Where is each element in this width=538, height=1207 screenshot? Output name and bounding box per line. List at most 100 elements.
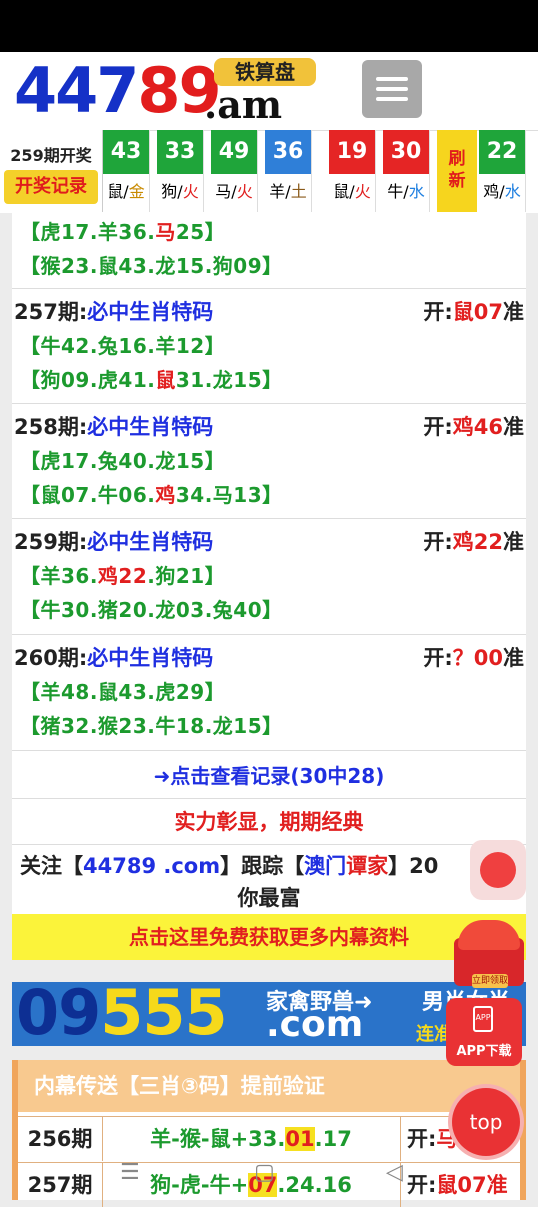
zodiac-label: 鼠 bbox=[333, 182, 350, 201]
insider-open-label: 开: bbox=[407, 1127, 437, 1151]
app-download-button[interactable]: APP APP下载 bbox=[446, 998, 522, 1066]
status-bar bbox=[0, 0, 538, 52]
app-icon: APP bbox=[473, 1006, 493, 1032]
ball-number: 49 bbox=[211, 130, 257, 174]
menu-bar-bottom bbox=[376, 97, 408, 101]
entry-line: 【牛42.兔16.羊12】 bbox=[20, 330, 225, 359]
entry-title-text: 必中生肖特码 bbox=[87, 415, 214, 439]
entry-title: 260期:必中生肖特码 bbox=[14, 642, 213, 672]
open-label: 开: bbox=[423, 530, 453, 554]
entry-line-part: 【猪32.猴23.牛18.龙15】 bbox=[20, 714, 283, 738]
entry-issue: 258期: bbox=[14, 415, 88, 439]
zodiac-label: 羊 bbox=[269, 182, 286, 201]
view-record-link[interactable]: ➜点击查看记录(30中28) bbox=[12, 760, 526, 789]
entry-line: 【狗09.虎41.鼠31.龙15】 bbox=[20, 364, 283, 393]
open-suffix: 准 bbox=[503, 300, 524, 324]
entry-open-result: 开:？00准 bbox=[423, 642, 524, 672]
entry-line-part: 25】 bbox=[175, 220, 226, 244]
ball-zodiac: 鼠/金 bbox=[103, 178, 149, 202]
entry-title: 258期:必中生肖特码 bbox=[14, 411, 213, 441]
entry-line-part: 【虎17.兔40.龙15】 bbox=[20, 449, 226, 473]
free-info-banner[interactable]: 点击这里免费获取更多内幕资料 bbox=[12, 914, 526, 960]
follow-text: 关注【44789 .com】跟踪【澳门谭家】20 bbox=[20, 850, 520, 880]
zodiac-label: 鸡 bbox=[483, 182, 500, 201]
follow-suffix: 】20 bbox=[388, 854, 439, 878]
entry-line-part: 鸡22 bbox=[97, 564, 148, 588]
zodiac-label: 狗 bbox=[161, 182, 178, 201]
entry-open-result: 开:鸡22准 bbox=[423, 526, 524, 556]
ball-number: 19 bbox=[329, 130, 375, 174]
entry-line-part: 【狗09.虎41. bbox=[20, 368, 156, 392]
envelope-label: 立即领取 bbox=[472, 974, 509, 988]
entry-line: 【虎17.兔40.龙15】 bbox=[20, 445, 225, 474]
entry-open-result: 开:鸡46准 bbox=[423, 411, 524, 441]
divider bbox=[12, 844, 526, 845]
entry-line-part: 31.龙15】 bbox=[175, 368, 283, 392]
ball-zodiac: 羊/土 bbox=[265, 178, 311, 202]
entry-line-part: 【羊48.鼠43.虎29】 bbox=[20, 680, 226, 704]
zodiac-label: 马 bbox=[215, 182, 232, 201]
entry-line-part: 【牛30.猪20.龙03.兔40】 bbox=[20, 598, 283, 622]
insider-prediction-part: 羊-猴-鼠+33. bbox=[150, 1127, 286, 1151]
element-label: 火 bbox=[182, 182, 199, 201]
ad-big-part1: 09 bbox=[16, 982, 101, 1046]
insider-prediction-part: 01 bbox=[285, 1127, 315, 1151]
entry-line: 【虎17.羊36.马25】 bbox=[20, 216, 225, 245]
menu-button[interactable] bbox=[362, 60, 422, 118]
entry-line-part: 【猴23.鼠43.龙15.狗09】 bbox=[20, 254, 283, 278]
entry-line: 【鼠07.牛06.鸡34.马13】 bbox=[20, 479, 283, 508]
ball-zodiac: 牛/水 bbox=[383, 178, 429, 202]
menu-icon[interactable]: ☰ bbox=[120, 1160, 140, 1185]
entry-issue: 260期: bbox=[14, 646, 88, 670]
menu-bar-top bbox=[376, 77, 408, 81]
draw-record-button[interactable]: 开奖记录 bbox=[4, 170, 98, 204]
follow-name1: 澳门 bbox=[304, 854, 347, 878]
logo-suffix: .am bbox=[204, 82, 283, 127]
slogan: 实力彰显，期期经典 bbox=[174, 810, 364, 834]
open-suffix: 准 bbox=[503, 530, 524, 554]
entry-line-part: 【羊36. bbox=[20, 564, 98, 588]
open-num: 46 bbox=[473, 415, 503, 439]
entry-issue: 257期: bbox=[14, 300, 88, 324]
home-icon[interactable]: ▢ bbox=[254, 1160, 275, 1185]
open-label: 开: bbox=[423, 646, 453, 670]
result-ball: 36 羊/土 bbox=[265, 130, 312, 212]
ball-number: 43 bbox=[103, 130, 149, 174]
follow-name2: 谭家 bbox=[346, 854, 389, 878]
ball-number: 33 bbox=[157, 130, 203, 174]
scroll-top-button[interactable]: top bbox=[452, 1088, 520, 1156]
zodiac-label: 牛 bbox=[387, 182, 404, 201]
logo-part1: 447 bbox=[14, 54, 139, 127]
divider bbox=[12, 750, 526, 751]
site-logo[interactable]: 44789 bbox=[14, 58, 222, 124]
ball-number: 22 bbox=[479, 130, 525, 174]
envelope-float[interactable]: 立即领取 bbox=[452, 920, 526, 990]
entry-line-part: 鸡 bbox=[155, 483, 176, 507]
result-ball: 30 牛/水 bbox=[383, 130, 430, 212]
open-zodiac: ？ bbox=[452, 646, 474, 670]
ball-zodiac: 狗/火 bbox=[157, 178, 203, 202]
ball-number: 30 bbox=[383, 130, 429, 174]
follow-prefix: 关注【 bbox=[20, 854, 83, 878]
entry-title-text: 必中生肖特码 bbox=[87, 530, 214, 554]
red-packet-float[interactable] bbox=[470, 840, 526, 900]
entry-line-part: 34.马13】 bbox=[175, 483, 283, 507]
result-ball: 49 马/火 bbox=[211, 130, 258, 212]
element-label: 火 bbox=[354, 182, 371, 201]
entry-title: 257期:必中生肖特码 bbox=[14, 296, 213, 326]
entry-line-part: .狗21】 bbox=[147, 564, 226, 588]
envelope-flap bbox=[458, 920, 520, 950]
open-label: 开: bbox=[423, 415, 453, 439]
refresh-button[interactable]: 刷 新 bbox=[437, 130, 477, 212]
follow-site[interactable]: 44789 .com bbox=[83, 854, 220, 878]
entry-line-part: 【鼠07.牛06. bbox=[20, 483, 156, 507]
back-icon[interactable]: ◁ bbox=[386, 1160, 403, 1185]
divider bbox=[12, 634, 526, 635]
menu-bar-middle bbox=[376, 87, 408, 91]
element-label: 金 bbox=[128, 182, 145, 201]
open-num: 00 bbox=[473, 646, 503, 670]
element-label: 土 bbox=[290, 182, 307, 201]
issue-label: 259期开奖 bbox=[10, 146, 92, 165]
refresh-label-2: 新 bbox=[448, 171, 466, 191]
entry-line: 【羊48.鼠43.虎29】 bbox=[20, 676, 225, 705]
